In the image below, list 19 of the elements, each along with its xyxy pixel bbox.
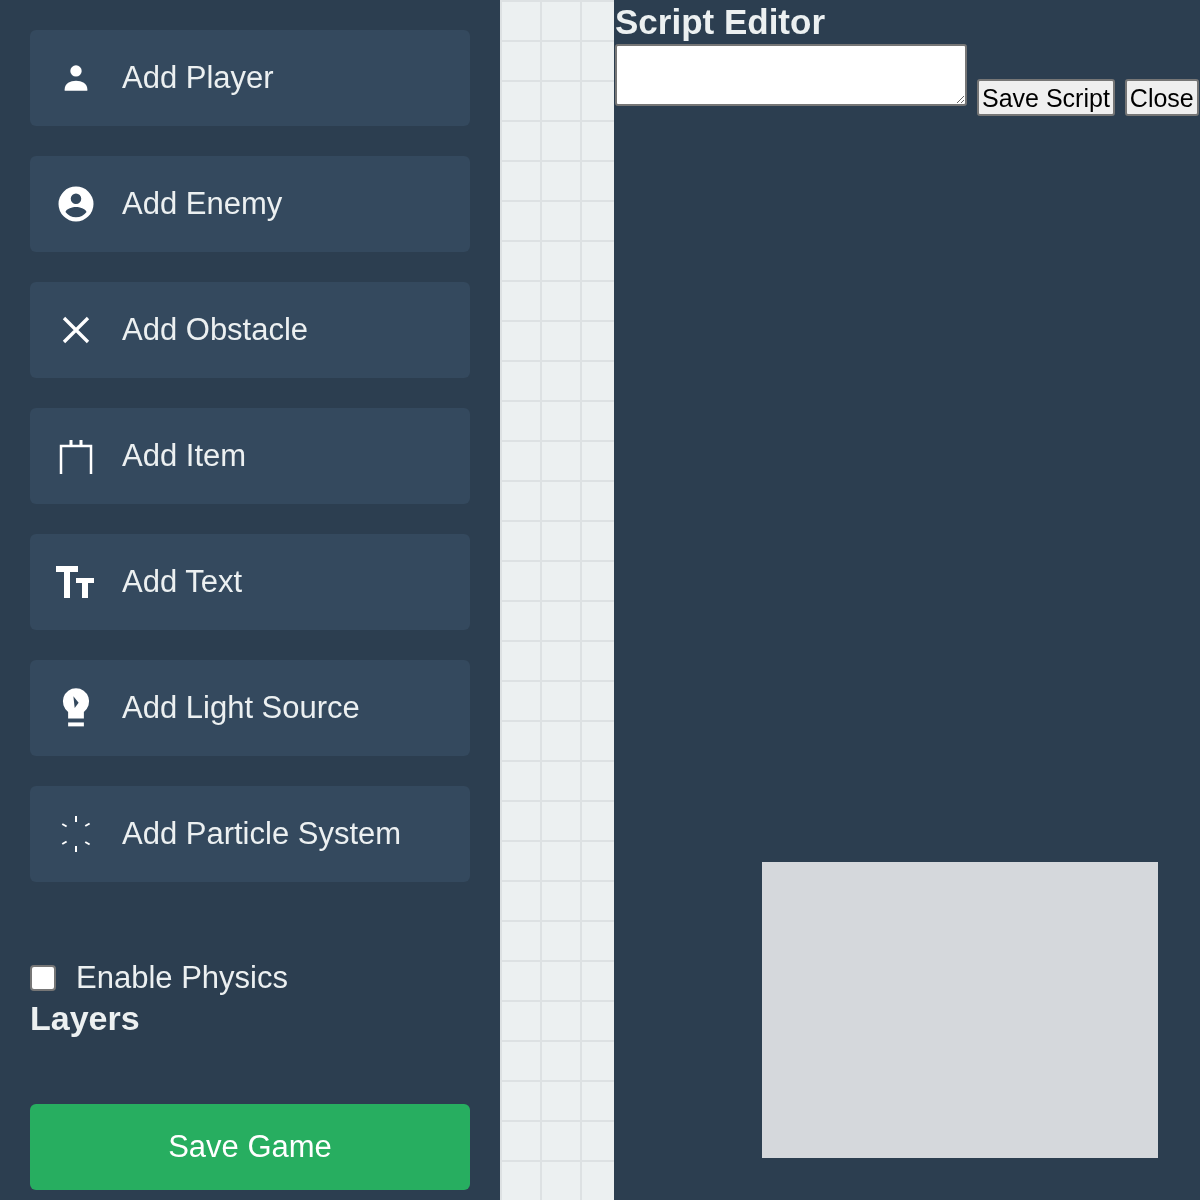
layers-heading: Layers — [30, 998, 141, 1039]
save-script-button[interactable]: Save Script — [977, 79, 1115, 116]
script-input-field[interactable] — [615, 44, 967, 106]
tool-button[interactable]: Add Text — [30, 534, 470, 630]
lightbulb-icon — [60, 687, 92, 729]
tool-button[interactable]: Add Light Source — [30, 660, 470, 756]
frame-icon — [59, 438, 93, 474]
physics-checkbox[interactable] — [30, 965, 56, 991]
script-editor-title: Script Editor — [614, 1, 827, 43]
close-button[interactable]: Close — [1124, 79, 1199, 116]
tool-button[interactable]: Add Player — [30, 30, 470, 126]
tool-button[interactable]: Add Particle System — [30, 786, 470, 882]
physics-label: Enable Physics — [76, 958, 288, 997]
tool-button[interactable]: Add Enemy — [30, 156, 470, 252]
sparkle-icon — [60, 816, 92, 852]
tool-button[interactable]: Add Obstacle — [30, 282, 470, 378]
tool-button[interactable]: Add Item — [30, 408, 470, 504]
close-icon — [60, 314, 92, 346]
text-size-icon — [56, 566, 96, 598]
